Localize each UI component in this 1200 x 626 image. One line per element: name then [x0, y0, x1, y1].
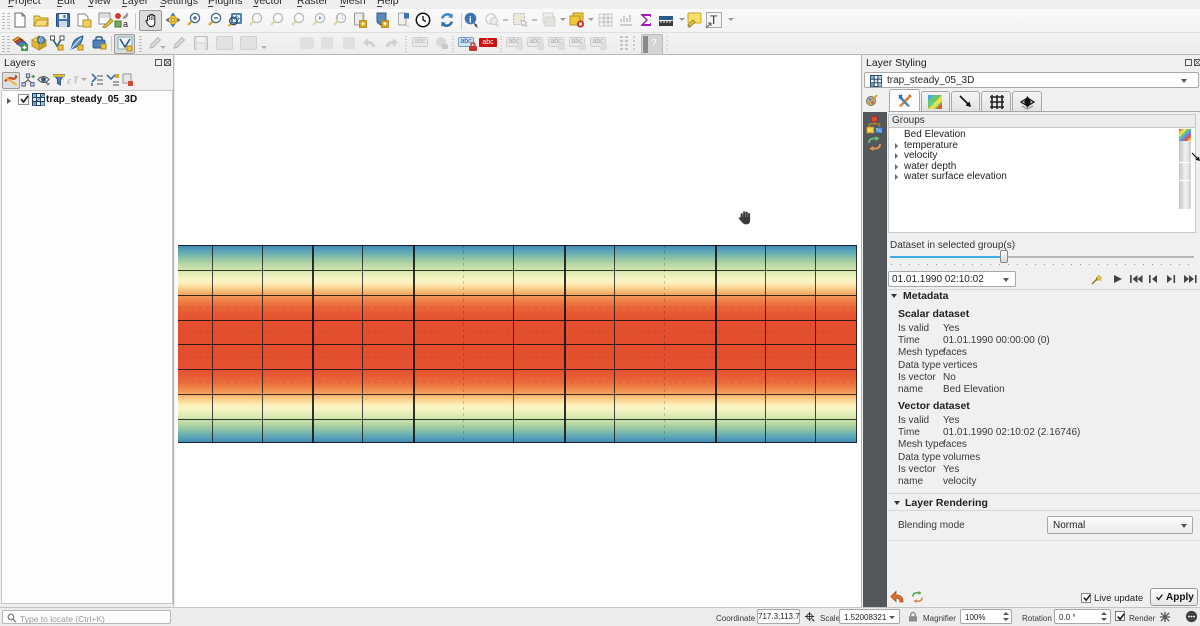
- svg-text:ε: ε: [67, 75, 72, 86]
- svg-text:a: a: [123, 19, 128, 28]
